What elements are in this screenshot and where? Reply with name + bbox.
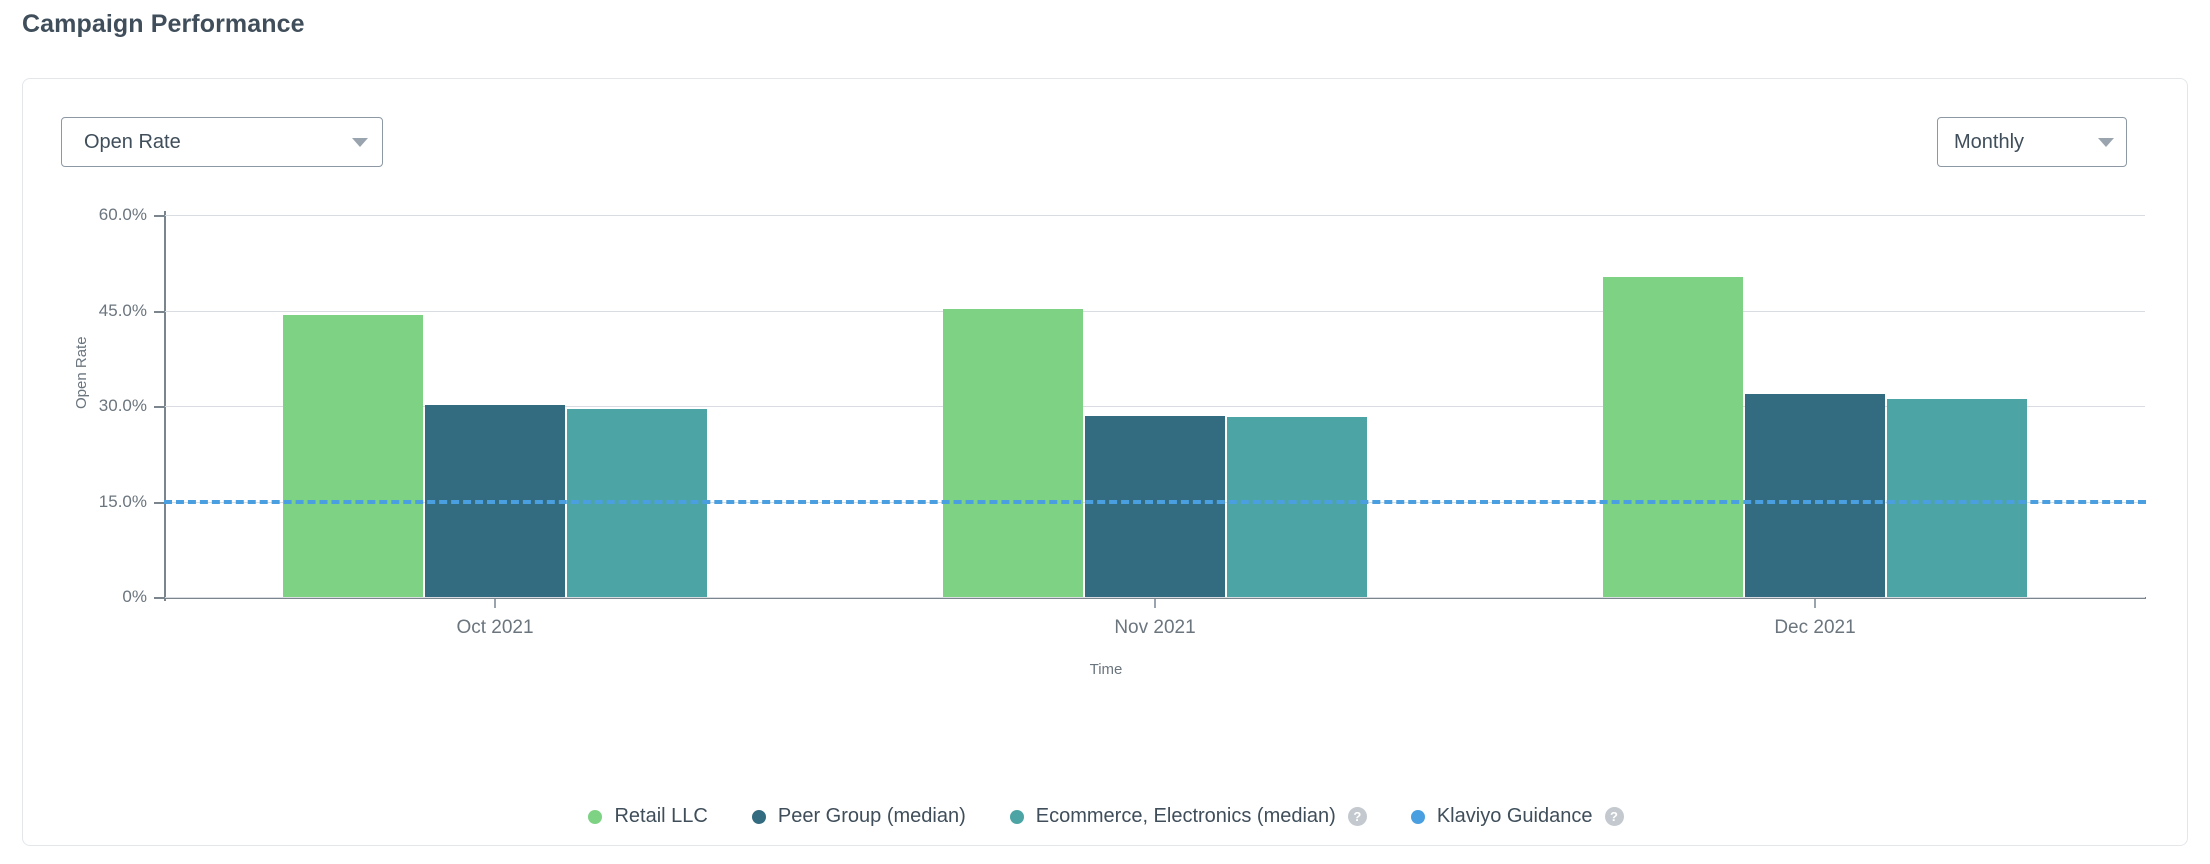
klaviyo-guidance-reference-line xyxy=(164,499,2146,504)
y-tick-mark xyxy=(154,597,164,599)
bar-chart: Open Rate 0% 15.0% 30.0% 45.0% 60.0% Oct 202… xyxy=(23,79,2189,847)
x-axis-title: Time xyxy=(1089,661,1123,678)
y-tick-label: 15.0% xyxy=(98,491,147,511)
legend-color-dot-icon xyxy=(1410,809,1425,824)
gridline xyxy=(165,597,2145,598)
bar[interactable] xyxy=(283,314,423,597)
x-tick-mark xyxy=(494,599,496,608)
y-tick-mark xyxy=(154,501,164,504)
legend-item-label: Retail LLC xyxy=(614,805,708,827)
legend-item-label: Ecommerce, Electronics (median) xyxy=(1035,805,1336,827)
bar[interactable] xyxy=(1603,277,1743,597)
y-tick-label: 30.0% xyxy=(98,396,147,415)
legend-item-label: Klaviyo Guidance xyxy=(1436,805,1593,827)
y-tick-label: 45.0% xyxy=(98,300,147,320)
bar[interactable] xyxy=(1745,393,1885,597)
bar[interactable] xyxy=(1085,415,1225,597)
legend-item[interactable]: Retail LLC xyxy=(588,805,708,828)
bar[interactable] xyxy=(943,309,1083,597)
gridline xyxy=(165,215,2145,216)
x-tick-label: Dec 2021 xyxy=(1774,617,1856,638)
gridline xyxy=(165,310,2145,312)
chart-card: Open Rate Monthly Open Rate 0% 15.0% 30.0%… xyxy=(22,78,2188,846)
y-tick-mark xyxy=(154,215,164,217)
x-tick-label: Oct 2021 xyxy=(456,617,534,638)
y-axis-ticks: 0% 15.0% 30.0% 45.0% 60.0% xyxy=(23,79,164,847)
bar[interactable] xyxy=(1887,399,2027,597)
plot-area xyxy=(165,215,2145,598)
legend-item-label: Peer Group (median) xyxy=(777,805,966,827)
y-tick-mark xyxy=(154,406,164,408)
y-tick-mark xyxy=(154,310,164,313)
x-tick-label: Nov 2021 xyxy=(1114,617,1196,638)
bar[interactable] xyxy=(1227,416,1367,597)
x-tick-mark xyxy=(1814,599,1816,608)
campaign-performance-page: Campaign Performance Open Rate Monthly O… xyxy=(0,0,2210,864)
legend-color-dot-icon xyxy=(1009,809,1024,824)
legend-color-dot-icon xyxy=(588,809,603,824)
legend-item[interactable]: Ecommerce, Electronics (median)? xyxy=(1009,805,1367,828)
legend-item[interactable]: Peer Group (median) xyxy=(751,805,966,828)
x-tick-mark xyxy=(1154,599,1156,608)
y-tick-label: 0% xyxy=(122,587,147,606)
help-icon[interactable]: ? xyxy=(1347,807,1367,826)
help-icon[interactable]: ? xyxy=(1604,807,1624,826)
page-title: Campaign Performance xyxy=(22,10,305,38)
chart-legend: Retail LLC Peer Group (median) Ecommerce, … xyxy=(23,805,2189,828)
y-tick-label: 60.0% xyxy=(98,205,147,224)
legend-item[interactable]: Klaviyo Guidance? xyxy=(1410,805,1624,828)
legend-color-dot-icon xyxy=(751,809,766,824)
